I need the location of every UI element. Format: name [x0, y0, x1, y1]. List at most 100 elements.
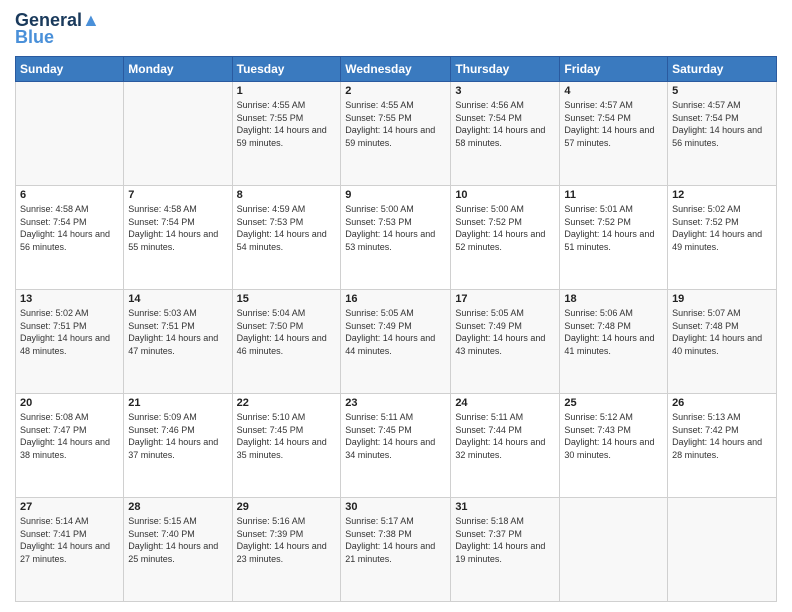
day-info: Sunrise: 4:55 AMSunset: 7:55 PMDaylight:…	[345, 99, 446, 149]
day-info: Sunrise: 4:57 AMSunset: 7:54 PMDaylight:…	[672, 99, 772, 149]
day-number: 3	[455, 85, 555, 97]
day-number: 4	[564, 85, 663, 97]
day-number: 30	[345, 501, 446, 513]
weekday-header-friday: Friday	[560, 57, 668, 82]
day-number: 16	[345, 293, 446, 305]
day-info: Sunrise: 5:18 AMSunset: 7:37 PMDaylight:…	[455, 515, 555, 565]
calendar-cell	[668, 498, 777, 602]
day-info: Sunrise: 5:13 AMSunset: 7:42 PMDaylight:…	[672, 411, 772, 461]
weekday-header-sunday: Sunday	[16, 57, 124, 82]
calendar-cell: 2 Sunrise: 4:55 AMSunset: 7:55 PMDaylight…	[341, 82, 451, 186]
day-info: Sunrise: 5:02 AMSunset: 7:51 PMDaylight:…	[20, 307, 119, 357]
day-info: Sunrise: 5:07 AMSunset: 7:48 PMDaylight:…	[672, 307, 772, 357]
day-info: Sunrise: 5:16 AMSunset: 7:39 PMDaylight:…	[237, 515, 337, 565]
calendar-cell: 12 Sunrise: 5:02 AMSunset: 7:52 PMDayligh…	[668, 186, 777, 290]
day-info: Sunrise: 5:03 AMSunset: 7:51 PMDaylight:…	[128, 307, 227, 357]
calendar-cell: 8 Sunrise: 4:59 AMSunset: 7:53 PMDaylight…	[232, 186, 341, 290]
day-info: Sunrise: 5:04 AMSunset: 7:50 PMDaylight:…	[237, 307, 337, 357]
day-info: Sunrise: 5:10 AMSunset: 7:45 PMDaylight:…	[237, 411, 337, 461]
calendar-cell: 25Sunrise: 5:12 AMSunset: 7:43 PMDayligh…	[560, 394, 668, 498]
calendar-cell: 10 Sunrise: 5:00 AMSunset: 7:52 PMDayligh…	[451, 186, 560, 290]
day-number: 7	[128, 189, 227, 201]
day-number: 19	[672, 293, 772, 305]
calendar-cell: 11 Sunrise: 5:01 AMSunset: 7:52 PMDayligh…	[560, 186, 668, 290]
calendar-cell: 23 Sunrise: 5:11 AMSunset: 7:45 PMDayligh…	[341, 394, 451, 498]
day-info: Sunrise: 5:11 AMSunset: 7:45 PMDaylight:…	[345, 411, 446, 461]
day-number: 27	[20, 501, 119, 513]
day-number: 10	[455, 189, 555, 201]
day-number: 9	[345, 189, 446, 201]
day-info: Sunrise: 5:08 AMSunset: 7:47 PMDaylight:…	[20, 411, 119, 461]
calendar-cell: 7 Sunrise: 4:58 AMSunset: 7:54 PMDaylight…	[124, 186, 232, 290]
day-number: 11	[564, 189, 663, 201]
calendar-cell: 4 Sunrise: 4:57 AMSunset: 7:54 PMDaylight…	[560, 82, 668, 186]
day-info: Sunrise: 5:01 AMSunset: 7:52 PMDaylight:…	[564, 203, 663, 253]
day-number: 15	[237, 293, 337, 305]
day-number: 1	[237, 85, 337, 97]
day-number: 2	[345, 85, 446, 97]
logo: General▲ Blue	[15, 10, 100, 48]
day-number: 22	[237, 397, 337, 409]
calendar-cell: 9 Sunrise: 5:00 AMSunset: 7:53 PMDaylight…	[341, 186, 451, 290]
day-info: Sunrise: 5:00 AMSunset: 7:52 PMDaylight:…	[455, 203, 555, 253]
calendar-cell: 5Sunrise: 4:57 AMSunset: 7:54 PMDaylight…	[668, 82, 777, 186]
day-info: Sunrise: 5:14 AMSunset: 7:41 PMDaylight:…	[20, 515, 119, 565]
day-info: Sunrise: 5:09 AMSunset: 7:46 PMDaylight:…	[128, 411, 227, 461]
calendar-cell: 13 Sunrise: 5:02 AMSunset: 7:51 PMDayligh…	[16, 290, 124, 394]
day-number: 28	[128, 501, 227, 513]
day-number: 26	[672, 397, 772, 409]
day-number: 21	[128, 397, 227, 409]
day-number: 17	[455, 293, 555, 305]
calendar-cell: 26 Sunrise: 5:13 AMSunset: 7:42 PMDayligh…	[668, 394, 777, 498]
day-info: Sunrise: 4:58 AMSunset: 7:54 PMDaylight:…	[20, 203, 119, 253]
day-number: 6	[20, 189, 119, 201]
day-number: 24	[455, 397, 555, 409]
calendar-cell: 31 Sunrise: 5:18 AMSunset: 7:37 PMDayligh…	[451, 498, 560, 602]
logo-blue: Blue	[15, 27, 54, 48]
day-number: 31	[455, 501, 555, 513]
calendar-cell	[16, 82, 124, 186]
day-info: Sunrise: 4:57 AMSunset: 7:54 PMDaylight:…	[564, 99, 663, 149]
calendar-cell	[560, 498, 668, 602]
day-info: Sunrise: 4:59 AMSunset: 7:53 PMDaylight:…	[237, 203, 337, 253]
day-number: 29	[237, 501, 337, 513]
calendar-cell: 30 Sunrise: 5:17 AMSunset: 7:38 PMDayligh…	[341, 498, 451, 602]
calendar-cell: 21 Sunrise: 5:09 AMSunset: 7:46 PMDayligh…	[124, 394, 232, 498]
weekday-header-wednesday: Wednesday	[341, 57, 451, 82]
calendar-cell: 24 Sunrise: 5:11 AMSunset: 7:44 PMDayligh…	[451, 394, 560, 498]
calendar-cell: 20 Sunrise: 5:08 AMSunset: 7:47 PMDayligh…	[16, 394, 124, 498]
day-number: 23	[345, 397, 446, 409]
calendar-cell: 16 Sunrise: 5:05 AMSunset: 7:49 PMDayligh…	[341, 290, 451, 394]
day-info: Sunrise: 5:06 AMSunset: 7:48 PMDaylight:…	[564, 307, 663, 357]
day-info: Sunrise: 5:05 AMSunset: 7:49 PMDaylight:…	[345, 307, 446, 357]
calendar-cell: 17 Sunrise: 5:05 AMSunset: 7:49 PMDayligh…	[451, 290, 560, 394]
calendar-cell: 29 Sunrise: 5:16 AMSunset: 7:39 PMDayligh…	[232, 498, 341, 602]
day-number: 12	[672, 189, 772, 201]
calendar-cell: 6 Sunrise: 4:58 AMSunset: 7:54 PMDaylight…	[16, 186, 124, 290]
day-info: Sunrise: 4:58 AMSunset: 7:54 PMDaylight:…	[128, 203, 227, 253]
day-number: 18	[564, 293, 663, 305]
calendar-cell: 14Sunrise: 5:03 AMSunset: 7:51 PMDayligh…	[124, 290, 232, 394]
calendar-cell: 1Sunrise: 4:55 AMSunset: 7:55 PMDaylight…	[232, 82, 341, 186]
calendar-cell: 22 Sunrise: 5:10 AMSunset: 7:45 PMDayligh…	[232, 394, 341, 498]
weekday-header-saturday: Saturday	[668, 57, 777, 82]
calendar-cell: 19 Sunrise: 5:07 AMSunset: 7:48 PMDayligh…	[668, 290, 777, 394]
day-number: 20	[20, 397, 119, 409]
day-info: Sunrise: 5:11 AMSunset: 7:44 PMDaylight:…	[455, 411, 555, 461]
calendar-cell: 27 Sunrise: 5:14 AMSunset: 7:41 PMDayligh…	[16, 498, 124, 602]
calendar-cell: 15 Sunrise: 5:04 AMSunset: 7:50 PMDayligh…	[232, 290, 341, 394]
day-info: Sunrise: 5:12 AMSunset: 7:43 PMDaylight:…	[564, 411, 663, 461]
day-info: Sunrise: 5:17 AMSunset: 7:38 PMDaylight:…	[345, 515, 446, 565]
calendar: SundayMondayTuesdayWednesdayThursdayFrid…	[15, 56, 777, 602]
weekday-header-monday: Monday	[124, 57, 232, 82]
calendar-cell: 28 Sunrise: 5:15 AMSunset: 7:40 PMDayligh…	[124, 498, 232, 602]
calendar-cell: 18 Sunrise: 5:06 AMSunset: 7:48 PMDayligh…	[560, 290, 668, 394]
calendar-cell: 3Sunrise: 4:56 AMSunset: 7:54 PMDaylight…	[451, 82, 560, 186]
day-info: Sunrise: 5:00 AMSunset: 7:53 PMDaylight:…	[345, 203, 446, 253]
day-info: Sunrise: 5:02 AMSunset: 7:52 PMDaylight:…	[672, 203, 772, 253]
day-info: Sunrise: 5:05 AMSunset: 7:49 PMDaylight:…	[455, 307, 555, 357]
weekday-header-tuesday: Tuesday	[232, 57, 341, 82]
day-number: 8	[237, 189, 337, 201]
day-number: 13	[20, 293, 119, 305]
day-info: Sunrise: 5:15 AMSunset: 7:40 PMDaylight:…	[128, 515, 227, 565]
